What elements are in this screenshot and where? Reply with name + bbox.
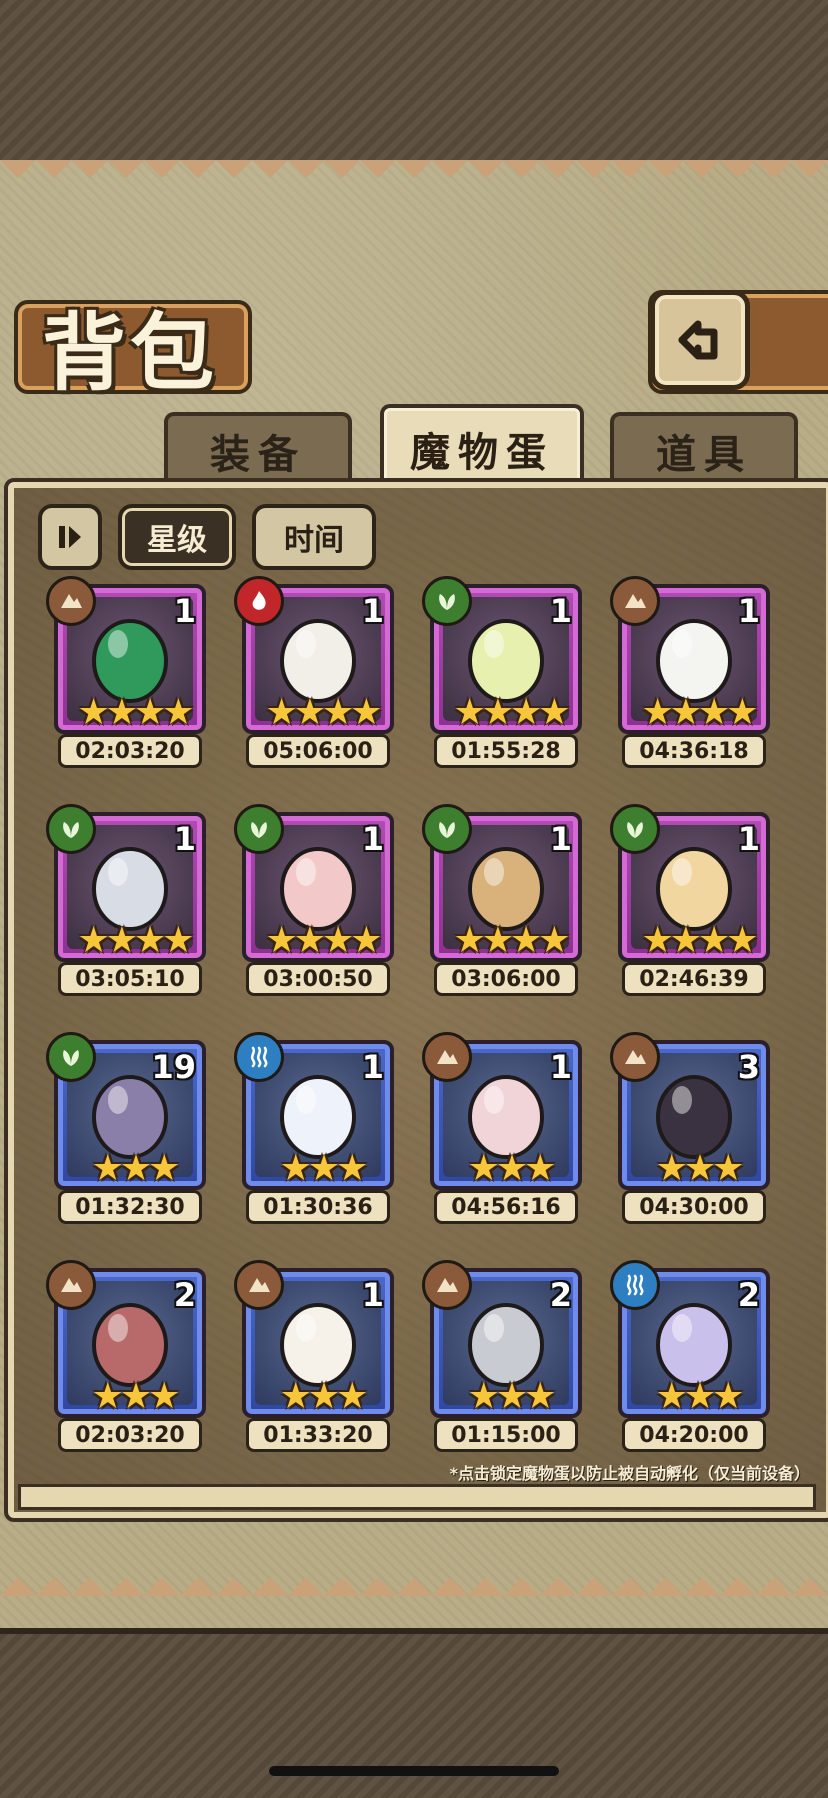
egg-count: 2: [549, 1276, 572, 1314]
egg-card[interactable]: 1 ★★★★ 03:00:50: [234, 804, 394, 996]
egg-count: 1: [737, 592, 760, 630]
hatch-timer: 05:06:00: [246, 734, 390, 768]
egg-card[interactable]: 1 ★★★★ 04:36:18: [610, 576, 770, 768]
egg-card[interactable]: 1 ★★★★ 03:06:00: [422, 804, 582, 996]
hatch-timer: 04:20:00: [622, 1418, 766, 1452]
grass-element-icon: [46, 804, 96, 854]
egg-count: 1: [361, 1048, 384, 1086]
egg-count: 19: [151, 1048, 196, 1086]
egg-count: 1: [737, 820, 760, 858]
water-element-icon: [610, 1260, 660, 1310]
earth-element-icon: [422, 1032, 472, 1082]
tab-bar: 装备 魔物蛋 道具: [14, 404, 814, 490]
lock-hint: *点击锁定魔物蛋以防止被自动孵化（仅当前设备）: [449, 1464, 810, 1483]
hatch-timer: 02:46:39: [622, 962, 766, 996]
hatch-timer: 03:05:10: [58, 962, 202, 996]
egg-stars: ★★★★: [265, 692, 382, 733]
grass-element-icon: [610, 804, 660, 854]
fire-element-icon: [234, 576, 284, 626]
egg-card[interactable]: 1 ★★★ 01:33:20: [234, 1260, 394, 1452]
egg-count: 1: [361, 820, 384, 858]
filter-star[interactable]: 星级: [118, 504, 236, 570]
hatch-timer: 03:06:00: [434, 962, 578, 996]
hatch-timer: 01:32:30: [58, 1190, 202, 1224]
egg-stars: ★★★: [467, 1148, 557, 1189]
egg-stars: ★★★★: [77, 920, 194, 961]
egg-count: 2: [173, 1276, 196, 1314]
egg-count: 2: [737, 1276, 760, 1314]
egg-stars: ★★★★: [453, 692, 570, 733]
grass-element-icon: [422, 576, 472, 626]
egg-stars: ★★★★: [265, 920, 382, 961]
egg-count: 1: [361, 1276, 384, 1314]
egg-card[interactable]: 2 ★★★ 04:20:00: [610, 1260, 770, 1452]
egg-stars: ★★★: [91, 1376, 181, 1417]
egg-count: 3: [737, 1048, 760, 1086]
hatch-timer: 04:56:16: [434, 1190, 578, 1224]
egg-count: 1: [549, 592, 572, 630]
egg-stars: ★★★: [655, 1148, 745, 1189]
panel-bottom-frame: [18, 1484, 816, 1510]
hatch-timer: 04:36:18: [622, 734, 766, 768]
hatch-timer: 01:33:20: [246, 1418, 390, 1452]
earth-element-icon: [422, 1260, 472, 1310]
egg-card[interactable]: 2 ★★★ 02:03:20: [46, 1260, 206, 1452]
grass-element-icon: [422, 804, 472, 854]
grass-element-icon: [234, 804, 284, 854]
egg-stars: ★★★: [279, 1148, 369, 1189]
egg-count: 1: [549, 1048, 572, 1086]
back-arrow-icon: [678, 320, 718, 360]
home-indicator: [269, 1766, 559, 1776]
egg-card[interactable]: 1 ★★★★ 05:06:00: [234, 576, 394, 768]
hatch-timer: 01:15:00: [434, 1418, 578, 1452]
earth-element-icon: [46, 576, 96, 626]
earth-element-icon: [610, 576, 660, 626]
zigzag-border-bottom: [0, 1560, 828, 1596]
egg-card[interactable]: 3 ★★★ 04:30:00: [610, 1032, 770, 1224]
egg-card[interactable]: 2 ★★★ 01:15:00: [422, 1260, 582, 1452]
hatch-timer: 02:03:20: [58, 734, 202, 768]
egg-stars: ★★★: [91, 1148, 181, 1189]
egg-card[interactable]: 1 ★★★★ 02:46:39: [610, 804, 770, 996]
sort-order-toggle[interactable]: [38, 504, 102, 570]
earth-element-icon: [46, 1260, 96, 1310]
earth-element-icon: [610, 1032, 660, 1082]
back-button[interactable]: [650, 290, 750, 390]
tab-monster-eggs[interactable]: 魔物蛋: [380, 404, 584, 490]
egg-stars: ★★★★: [641, 692, 758, 733]
egg-card[interactable]: 19 ★★★ 01:32:30: [46, 1032, 206, 1224]
egg-stars: ★★★: [279, 1376, 369, 1417]
egg-count: 1: [549, 820, 572, 858]
hatch-timer: 02:03:20: [58, 1418, 202, 1452]
grass-element-icon: [46, 1032, 96, 1082]
egg-card[interactable]: 1 ★★★★ 01:55:28: [422, 576, 582, 768]
zigzag-border-top: [0, 160, 828, 196]
tab-items[interactable]: 道具: [610, 412, 798, 486]
hatch-timer: 04:30:00: [622, 1190, 766, 1224]
hatch-timer: 03:00:50: [246, 962, 390, 996]
sort-order-icon: [59, 526, 81, 548]
egg-stars: ★★★★: [641, 920, 758, 961]
egg-stars: ★★★: [655, 1376, 745, 1417]
egg-card[interactable]: 1 ★★★ 04:56:16: [422, 1032, 582, 1224]
hatch-timer: 01:55:28: [434, 734, 578, 768]
earth-element-icon: [234, 1260, 284, 1310]
egg-stars: ★★★★: [453, 920, 570, 961]
water-element-icon: [234, 1032, 284, 1082]
egg-card[interactable]: 1 ★★★★ 03:05:10: [46, 804, 206, 996]
egg-card[interactable]: 1 ★★★★ 02:03:20: [46, 576, 206, 768]
top-map-band: [0, 0, 828, 166]
page-title: 背包: [42, 304, 219, 402]
egg-stars: ★★★: [467, 1376, 557, 1417]
egg-count: 1: [361, 592, 384, 630]
egg-count: 1: [173, 592, 196, 630]
egg-stars: ★★★★: [77, 692, 194, 733]
tab-equipment[interactable]: 装备: [164, 412, 352, 486]
hatch-timer: 01:30:36: [246, 1190, 390, 1224]
egg-count: 1: [173, 820, 196, 858]
filter-time[interactable]: 时间: [252, 504, 376, 570]
egg-card[interactable]: 1 ★★★ 01:30:36: [234, 1032, 394, 1224]
